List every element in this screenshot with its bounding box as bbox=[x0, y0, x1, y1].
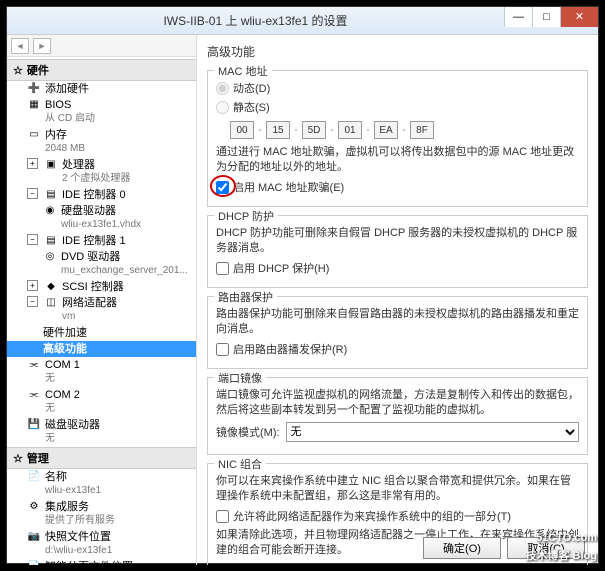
title-bar: IWS-IIB-01 上 wliu-ex13fe1 的设置 — □ ✕ bbox=[7, 7, 598, 35]
team-checkbox[interactable]: 允许将此网络适配器作为来宾操作系统中的组的一部分(T) bbox=[216, 508, 579, 524]
hardware-category: ☆ 硬件 bbox=[7, 59, 196, 81]
mac-spoof-checkbox[interactable]: 启用 MAC 地址欺骗(E) bbox=[216, 179, 579, 195]
hdd-item[interactable]: ◉硬盘驱动器wliu-ex13fe1.vhdx bbox=[7, 203, 196, 233]
add-hardware-item[interactable]: ➕添加硬件 bbox=[7, 81, 196, 97]
scsi-item[interactable]: +◆SCSI 控制器 bbox=[7, 279, 196, 295]
detail-panel: 高级功能 MAC 地址 动态(D) 静态(S) 00- 15- 5D- 01- … bbox=[197, 35, 598, 565]
close-button[interactable]: ✕ bbox=[560, 7, 598, 27]
dvd-item[interactable]: ◎DVD 驱动器mu_exchange_server_201... bbox=[7, 249, 196, 279]
cpu-item[interactable]: +▣处理器2 个虚拟处理器 bbox=[7, 157, 196, 187]
advanced-features-item[interactable]: 高级功能 bbox=[7, 341, 196, 357]
mac-static-radio[interactable]: 静态(S) bbox=[216, 99, 579, 115]
management-category: ☆ 管理 bbox=[7, 447, 196, 469]
mirror-mode-select[interactable]: 无 bbox=[286, 422, 579, 442]
nic-item[interactable]: −◫网络适配器vm bbox=[7, 295, 196, 325]
minimize-button[interactable]: — bbox=[504, 7, 532, 27]
com1-item[interactable]: ⫘COM 1无 bbox=[7, 357, 196, 387]
mac-dynamic-radio[interactable]: 动态(D) bbox=[216, 80, 579, 96]
nav-back-button[interactable]: ◄ bbox=[11, 38, 29, 54]
window-title: IWS-IIB-01 上 wliu-ex13fe1 的设置 bbox=[7, 12, 504, 29]
ide0-item[interactable]: −▤IDE 控制器 0 bbox=[7, 187, 196, 203]
left-panel: ◄ ► ☆ 硬件 ➕添加硬件 ▦BIOS从 CD 启动 ▭内存2048 MB +… bbox=[7, 35, 197, 565]
paging-item[interactable]: 📄智能分页文件位置d:\wliu-ex13fe1 bbox=[7, 559, 196, 565]
integration-item[interactable]: ⚙集成服务提供了所有服务 bbox=[7, 499, 196, 529]
mac-group: MAC 地址 动态(D) 静态(S) 00- 15- 5D- 01- EA- 8… bbox=[207, 70, 588, 207]
settings-tree[interactable]: ☆ 硬件 ➕添加硬件 ▦BIOS从 CD 启动 ▭内存2048 MB +▣处理器… bbox=[7, 57, 196, 565]
ok-button[interactable]: 确定(O) bbox=[423, 537, 501, 559]
memory-item[interactable]: ▭内存2048 MB bbox=[7, 127, 196, 157]
maximize-button[interactable]: □ bbox=[532, 7, 560, 27]
dhcp-group: DHCP 防护 DHCP 防护功能可删除来自假冒 DHCP 服务器的未授权虚拟机… bbox=[207, 215, 588, 288]
bios-item[interactable]: ▦BIOS从 CD 启动 bbox=[7, 97, 196, 127]
mirror-mode-label: 镜像模式(M): bbox=[216, 424, 280, 440]
hw-accel-item[interactable]: 硬件加速 bbox=[7, 325, 196, 341]
cancel-button[interactable]: 取消(C) bbox=[507, 537, 585, 559]
com2-item[interactable]: ⫘COM 2无 bbox=[7, 387, 196, 417]
panel-title: 高级功能 bbox=[207, 43, 588, 60]
floppy-item[interactable]: 💾磁盘驱动器无 bbox=[7, 417, 196, 447]
mirror-group: 端口镜像 端口镜像可允许监视虚拟机的网络流量，方法是复制传入和传出的数据包，然后… bbox=[207, 377, 588, 455]
snapshot-item[interactable]: 📷快照文件位置d:\wliu-ex13fe1 bbox=[7, 529, 196, 559]
ide1-item[interactable]: −▤IDE 控制器 1 bbox=[7, 233, 196, 249]
router-group: 路由器保护 路由器保护功能可删除来自假冒路由器的未授权虚拟机的路由器播发和重定向… bbox=[207, 296, 588, 369]
mac-address-fields: 00- 15- 5D- 01- EA- 8F bbox=[230, 121, 579, 139]
dhcp-checkbox[interactable]: 启用 DHCP 保护(H) bbox=[216, 260, 579, 276]
router-checkbox[interactable]: 启用路由器播发保护(R) bbox=[216, 341, 579, 357]
nav-forward-button[interactable]: ► bbox=[33, 38, 51, 54]
name-item[interactable]: 📄名称wliu-ex13fe1 bbox=[7, 469, 196, 499]
